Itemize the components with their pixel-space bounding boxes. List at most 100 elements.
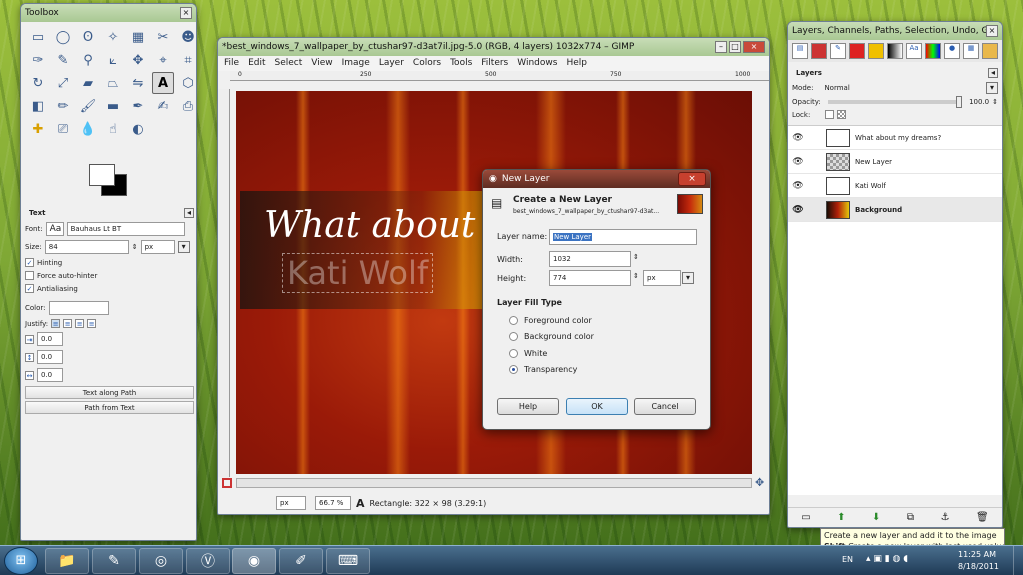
chevron-down-icon[interactable]: ▾ (682, 272, 694, 284)
delete-layer-icon[interactable]: 🗑 (976, 512, 989, 523)
chevron-down-icon[interactable]: ▾ (177, 241, 190, 253)
unit-select[interactable]: px (643, 270, 681, 286)
panel-menu-icon[interactable]: ◂ (184, 208, 194, 218)
close-icon[interactable]: × (180, 7, 192, 19)
unit-select[interactable]: px (276, 496, 306, 510)
fonts-tab-icon[interactable]: Aa (906, 43, 922, 59)
antialiasing-checkbox[interactable]: ✓ (25, 284, 34, 293)
zoom-select[interactable]: 66.7 % (315, 496, 351, 510)
eye-icon[interactable]: 👁 (788, 133, 808, 143)
panel-menu-icon[interactable]: ◂ (988, 68, 998, 78)
opacity-slider-handle[interactable] (956, 96, 963, 108)
taskbar-chrome-icon[interactable]: ◎ (139, 548, 183, 574)
spin-arrows-icon[interactable]: ⇕ (992, 98, 998, 106)
lower-layer-icon[interactable]: ⬇ (872, 512, 880, 523)
ink-icon[interactable]: ✍ (152, 95, 174, 117)
navigate-icon[interactable]: ✥ (755, 476, 764, 489)
menu-edit[interactable]: Edit (248, 58, 265, 69)
taskbar-app-icon[interactable]: Ⓥ (186, 548, 230, 574)
menu-file[interactable]: File (224, 58, 239, 69)
color-select-icon[interactable]: ▦ (127, 26, 149, 48)
taskbar-gimp-icon[interactable]: ◉ (232, 548, 276, 574)
cage-icon[interactable]: ⬡ (177, 72, 196, 94)
heal-icon[interactable]: ✚ (27, 118, 49, 140)
close-icon[interactable]: × (743, 41, 765, 53)
layer-row-selected[interactable]: 👁 Background (788, 198, 1002, 222)
free-select-icon[interactable]: ʘ (77, 26, 99, 48)
maximize-icon[interactable]: □ (729, 41, 741, 53)
bucket-fill-icon[interactable]: ◧ (27, 95, 49, 117)
scissors-icon[interactable]: ✂ (152, 26, 174, 48)
eraser-icon[interactable]: ▬ (102, 95, 124, 117)
channels-tab-icon[interactable] (811, 43, 827, 59)
layer-row[interactable]: 👁 Kati Wolf (788, 174, 1002, 198)
patterns-tab-icon[interactable]: ▦ (963, 43, 979, 59)
images-tab-icon[interactable] (982, 43, 998, 59)
text-along-path-button[interactable]: Text along Path (25, 386, 194, 399)
duplicate-layer-icon[interactable]: ⧉ (907, 512, 914, 523)
horizontal-scrollbar[interactable] (236, 478, 752, 488)
menu-windows[interactable]: Windows (517, 58, 557, 69)
palette-tab-icon[interactable] (925, 43, 941, 59)
rect-select-icon[interactable]: ▭ (27, 26, 49, 48)
size-input[interactable]: 84 (44, 240, 129, 254)
fill-option-background[interactable]: Background color (509, 332, 594, 341)
eye-icon[interactable]: 👁 (788, 205, 808, 215)
perspective-icon[interactable]: ⏢ (102, 72, 124, 94)
quick-mask-icon[interactable] (222, 478, 232, 488)
foreground-color-swatch[interactable] (89, 164, 115, 186)
tray-icons[interactable]: ▴ ▣ ▮ ◍ ◖ (866, 554, 908, 564)
spin-arrows-icon[interactable]: ⇕ (633, 253, 639, 261)
smudge-icon[interactable]: ☝ (102, 118, 124, 140)
lock-alpha-icon[interactable] (837, 110, 847, 119)
text-tool-icon[interactable]: A (152, 72, 174, 94)
measure-icon[interactable]: ⟀ (102, 49, 124, 71)
shear-icon[interactable]: ▰ (77, 72, 99, 94)
help-button[interactable]: Help (497, 398, 559, 415)
spin-arrows-icon[interactable]: ⇕ (633, 272, 639, 280)
hinting-checkbox[interactable]: ✓ (25, 258, 34, 267)
cancel-button[interactable]: Cancel (634, 398, 696, 415)
scale-icon[interactable]: ⤢ (52, 72, 74, 94)
show-desktop-button[interactable] (1013, 546, 1023, 575)
taskbar-app3-icon[interactable]: ⌨ (326, 548, 370, 574)
menu-filters[interactable]: Filters (481, 58, 508, 69)
chevron-down-icon[interactable]: ▾ (986, 82, 998, 94)
fill-option-white[interactable]: White (509, 349, 547, 358)
layers-tab-icon[interactable]: ▤ (792, 43, 808, 59)
menu-help[interactable]: Help (566, 58, 587, 69)
menu-view[interactable]: View (311, 58, 332, 69)
eye-icon[interactable]: 👁 (788, 181, 808, 191)
fill-option-transparency[interactable]: Transparency (509, 365, 577, 374)
size-unit-select[interactable]: px (140, 240, 175, 254)
menu-layer[interactable]: Layer (379, 58, 404, 69)
crop-icon[interactable]: ⌗ (177, 49, 196, 71)
language-indicator[interactable]: EN (842, 555, 853, 564)
paintbrush-icon[interactable]: 🖌 (77, 95, 99, 117)
rotate-icon[interactable]: ↻ (27, 72, 49, 94)
toolbox-titlebar[interactable]: Toolbox × (21, 4, 196, 22)
menu-tools[interactable]: Tools (450, 58, 472, 69)
menu-colors[interactable]: Colors (413, 58, 441, 69)
path-from-text-button[interactable]: Path from Text (25, 401, 194, 414)
close-icon[interactable]: × (986, 25, 998, 37)
paths-icon[interactable]: ✑ (27, 49, 49, 71)
new-layer-icon[interactable]: ▭ (801, 512, 810, 523)
force-autohinter-checkbox[interactable] (25, 271, 34, 280)
layer-row[interactable]: 👁 What about my dreams? (788, 126, 1002, 150)
flip-icon[interactable]: ⇋ (127, 72, 149, 94)
taskbar-explorer-icon[interactable]: 📁 (45, 548, 89, 574)
dialog-titlebar[interactable]: ◉ New Layer × (483, 170, 710, 188)
opacity-slider[interactable] (827, 96, 963, 108)
height-input[interactable]: 774 (549, 270, 631, 286)
foreground-select-icon[interactable]: ☻ (177, 26, 196, 48)
line-spacing-input[interactable]: 0.0 (37, 350, 63, 364)
perspective-clone-icon[interactable]: ⎚ (52, 118, 74, 140)
lock-pixels-checkbox[interactable] (825, 110, 835, 119)
justify-fill-icon[interactable]: ≡ (87, 319, 97, 328)
spin-arrows-icon[interactable]: ⇕ (132, 243, 138, 251)
justify-center-icon[interactable]: ≡ (75, 319, 85, 328)
justify-right-icon[interactable]: ≡ (63, 319, 73, 328)
clock-time[interactable]: 11:25 AM (958, 550, 996, 559)
ellipse-select-icon[interactable]: ◯ (52, 26, 74, 48)
